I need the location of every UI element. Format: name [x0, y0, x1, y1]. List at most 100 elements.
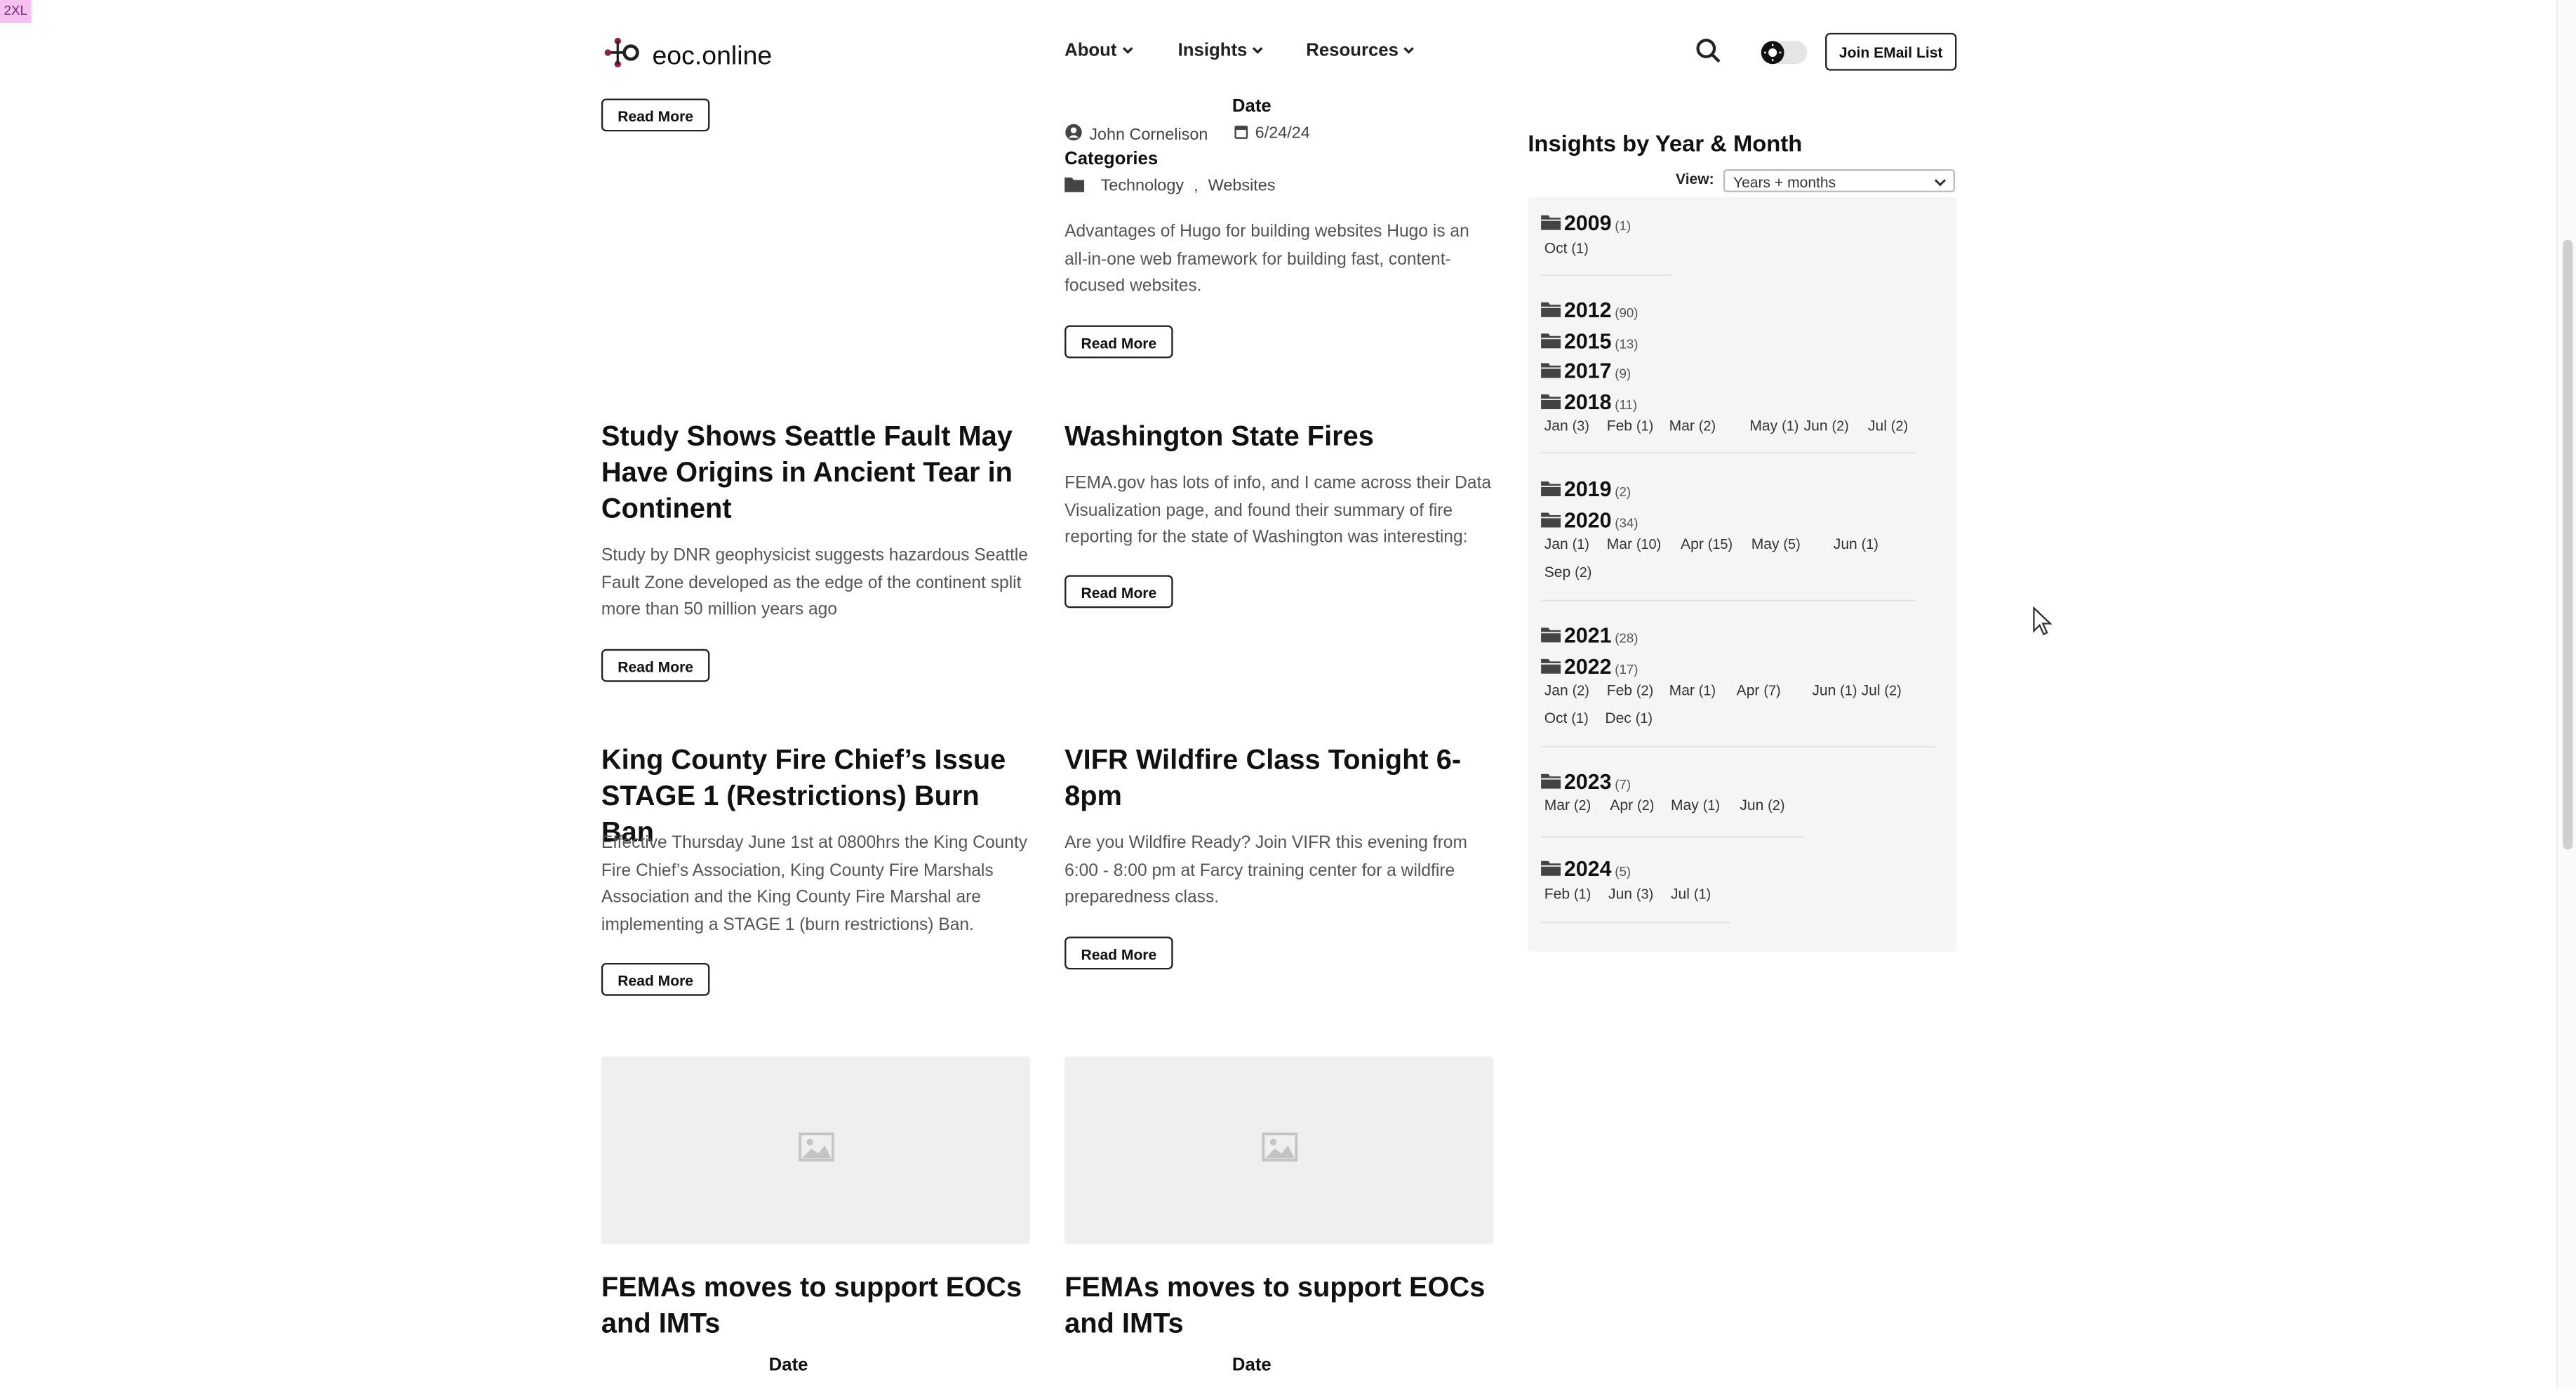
search-icon[interactable]	[1695, 38, 1721, 72]
archive-month-link[interactable]: Jun (3)	[1608, 886, 1653, 902]
archive-month-link[interactable]: Feb (2)	[1607, 682, 1654, 698]
archive-month-link[interactable]: May (5)	[1751, 536, 1801, 552]
archive-year-2022[interactable]: 2022 (17)	[1541, 652, 1639, 682]
archive-year-count: (2)	[1615, 484, 1631, 500]
read-more-button[interactable]: Read More	[601, 649, 710, 682]
archive-month-count: (10)	[1636, 536, 1662, 552]
archive-month-count: (1)	[1572, 536, 1589, 552]
archive-month-link[interactable]: Sep (2)	[1544, 564, 1592, 580]
archive-month-link[interactable]: Dec (1)	[1605, 710, 1653, 726]
post-author-name[interactable]: John Cornelison	[1089, 126, 1208, 144]
nav-insights[interactable]: Insights	[1178, 41, 1264, 61]
post-excerpt: Are you Wildfire Ready? Join VIFR this e…	[1065, 832, 1467, 908]
archive-year-count: (5)	[1615, 864, 1631, 879]
archive-year-count: (9)	[1615, 366, 1631, 382]
archive-year-2024[interactable]: 2024 (5)	[1541, 854, 1631, 884]
archive-month-link[interactable]: Jun (1)	[1834, 536, 1878, 552]
archive-month-link[interactable]: Mar (2)	[1669, 418, 1716, 434]
archive-month-link[interactable]: May (1)	[1749, 418, 1798, 434]
archive-month-label: Feb	[1606, 682, 1636, 699]
archive-month-link[interactable]: Apr (7)	[1737, 682, 1781, 698]
cursor-icon	[2032, 606, 2053, 644]
archive-month-link[interactable]: Jun (2)	[1804, 418, 1849, 434]
archive-month-link[interactable]: Oct (1)	[1544, 710, 1589, 726]
archive-month-label: Dec	[1605, 710, 1636, 726]
archive-month-link[interactable]: Jul (2)	[1862, 682, 1902, 698]
archive-year-count: (17)	[1615, 662, 1639, 677]
archive-month-label: Oct	[1544, 239, 1572, 257]
nav-about-label: About	[1065, 41, 1117, 61]
view-select[interactable]: Years + months	[1723, 169, 1956, 192]
archive-year-2019[interactable]: 2019 (2)	[1541, 475, 1631, 505]
archive-month-link[interactable]: Apr (2)	[1610, 797, 1654, 813]
archive-year-2020[interactable]: 2020 (34)	[1541, 506, 1639, 536]
category-link-websites[interactable]: Websites	[1208, 178, 1276, 196]
archive-month-count: (7)	[1763, 682, 1781, 699]
archive-month-link[interactable]: Mar (2)	[1544, 797, 1591, 813]
archive-year-2015[interactable]: 2015 (13)	[1541, 327, 1639, 357]
post-title[interactable]: FEMAs moves to support EOCs and IMTs	[601, 1270, 1032, 1343]
archive-year-label: 2012	[1563, 297, 1612, 322]
archive-year-count: (1)	[1615, 218, 1631, 234]
archive-month-label: Jul	[1671, 885, 1694, 903]
read-more-button[interactable]: Read More	[601, 98, 710, 132]
read-more-button[interactable]: Read More	[601, 962, 710, 996]
folder-icon	[1541, 767, 1561, 797]
archive-year-count: (28)	[1615, 631, 1639, 646]
archive-month-link[interactable]: Oct (1)	[1544, 240, 1589, 256]
archive-year-2017[interactable]: 2017 (9)	[1541, 357, 1631, 386]
post-title[interactable]: VIFR Wildfire Class Tonight 6-8pm	[1065, 743, 1495, 815]
archive-month-link[interactable]: Jul (2)	[1868, 418, 1908, 434]
scrollbar-thumb[interactable]	[2563, 239, 2573, 850]
post-title[interactable]: FEMAs moves to support EOCs and IMTs	[1065, 1270, 1495, 1343]
nav-resources[interactable]: Resources	[1306, 41, 1415, 61]
post-image[interactable]	[601, 1056, 1030, 1244]
archive-month-count: (2)	[1768, 797, 1785, 813]
read-more-button[interactable]: Read More	[1065, 575, 1173, 609]
logo-icon	[603, 33, 642, 81]
archive-year-2023[interactable]: 2023 (7)	[1541, 767, 1631, 797]
archive-month-count: (1)	[1573, 885, 1591, 903]
category-link-technology[interactable]: Technology	[1101, 178, 1184, 196]
archive-month-link[interactable]: May (1)	[1671, 797, 1720, 813]
post-image[interactable]	[1065, 1056, 1494, 1244]
archive-month-link[interactable]: Mar (10)	[1607, 536, 1662, 552]
logo-text: eoc.online	[652, 41, 773, 70]
archive-month-count: (1)	[1782, 417, 1799, 434]
archive-divider	[1541, 599, 1916, 602]
folder-icon	[1541, 388, 1561, 418]
archive-year-2012[interactable]: 2012 (90)	[1541, 295, 1639, 325]
archive-month-link[interactable]: Apr (15)	[1681, 536, 1733, 552]
archive-month-label: Jun	[1833, 536, 1862, 552]
archive-month-link[interactable]: Jan (2)	[1544, 682, 1589, 698]
archive-month-link[interactable]: Jul (1)	[1671, 886, 1711, 902]
archive-month-count: (1)	[1635, 710, 1653, 726]
theme-toggle[interactable]	[1761, 41, 1808, 65]
post-title[interactable]: Washington State Fires	[1065, 419, 1495, 456]
archive-year-2009[interactable]: 2009 (1)	[1541, 208, 1631, 238]
nav-about[interactable]: About	[1065, 41, 1133, 61]
archive-month-count: (2)	[1831, 417, 1849, 434]
read-more-button[interactable]: Read More	[1065, 936, 1173, 970]
post-date-value: 6/24/24	[1255, 124, 1310, 143]
join-email-button[interactable]: Join EMail List	[1825, 32, 1957, 71]
archive-month-link[interactable]: Jan (1)	[1544, 536, 1589, 552]
archive-month-link[interactable]: Jan (3)	[1544, 418, 1589, 434]
post-title[interactable]: Study Shows Seattle Fault May Have Origi…	[601, 419, 1032, 528]
archive-year-label: 2020	[1563, 507, 1612, 533]
archive-month-link[interactable]: Jun (1)	[1812, 682, 1857, 698]
read-more-button[interactable]: Read More	[1065, 325, 1173, 359]
post-excerpt: Advantages of Hugo for building websites…	[1065, 222, 1469, 296]
archive-month-link[interactable]: Feb (1)	[1607, 418, 1654, 434]
archive-month-link[interactable]: Feb (1)	[1544, 886, 1591, 902]
archive-year-label: 2015	[1563, 328, 1612, 354]
post-author: John Cornelison	[1065, 124, 1208, 147]
archive-month-count: (2)	[1573, 797, 1591, 813]
archive-divider	[1541, 451, 1916, 454]
archive-year-2021[interactable]: 2021 (28)	[1541, 621, 1639, 651]
archive-month-link[interactable]: Mar (1)	[1669, 682, 1716, 698]
folder-icon	[1541, 854, 1561, 884]
archive-month-link[interactable]: Jun (2)	[1740, 797, 1784, 813]
archive-year-2018[interactable]: 2018 (11)	[1541, 388, 1637, 418]
site-logo[interactable]: eoc.online	[603, 33, 772, 81]
